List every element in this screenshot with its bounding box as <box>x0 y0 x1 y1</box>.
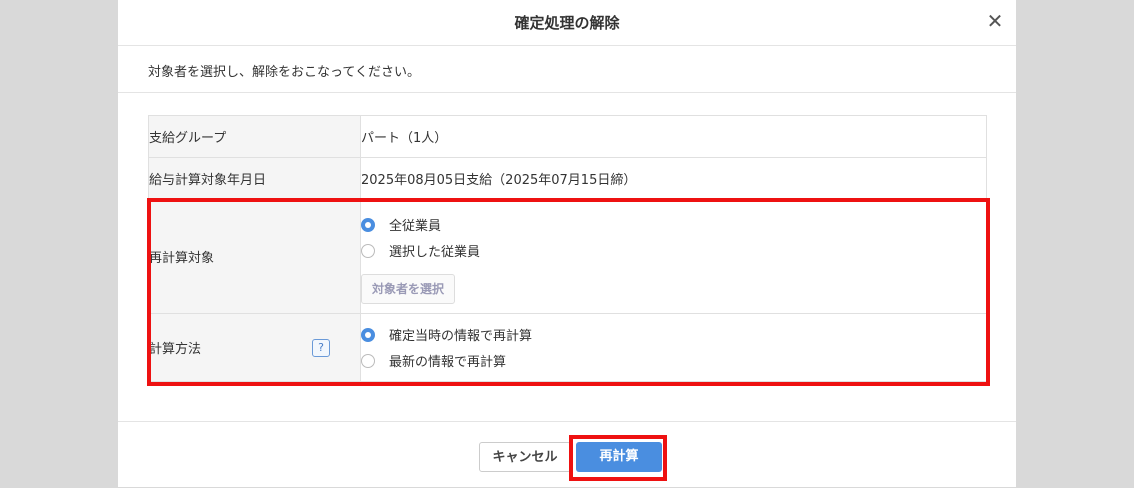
radio-selected-employees[interactable]: 選択した従業員 <box>361 240 986 262</box>
radio-label: 最新の情報で再計算 <box>389 355 507 370</box>
dialog-title: 確定処理の解除 <box>514 14 620 32</box>
radio-label: 全従業員 <box>389 219 442 234</box>
table-row: 計算方法 ? 確定当時の情報で再計算 最新の情報で再計算 <box>148 313 987 382</box>
radio-recalc-confirmed-info[interactable]: 確定当時の情報で再計算 <box>361 324 986 346</box>
close-icon[interactable]: ✕ <box>984 9 1006 33</box>
dialog-footer: キャンセル 再計算 <box>118 421 1016 488</box>
calc-method-label: 計算方法 <box>149 342 202 357</box>
radio-all-employees[interactable]: 全従業員 <box>361 214 986 236</box>
instruction-bar: 対象者を選択し、解除をおこなってください。 <box>118 46 1016 93</box>
radio-checked-icon[interactable] <box>361 217 375 232</box>
calc-method-options: 確定当時の情報で再計算 最新の情報で再計算 <box>360 313 987 382</box>
radio-recalc-latest-info[interactable]: 最新の情報で再計算 <box>361 350 986 372</box>
payment-group-label: 支給グループ <box>148 115 361 158</box>
target-date-value: 2025年08月05日支給（2025年07月15日締） <box>360 157 987 200</box>
target-date-label: 給与計算対象年月日 <box>148 157 361 200</box>
recalc-button[interactable]: 再計算 <box>576 442 662 472</box>
recalc-target-options: 全従業員 選択した従業員 対象者を選択 <box>360 199 987 314</box>
radio-label: 確定当時の情報で再計算 <box>389 329 533 344</box>
settings-table: 支給グループ パート（1人） 給与計算対象年月日 2025年08月05日支給（2… <box>148 115 987 382</box>
radio-unchecked-icon[interactable] <box>361 353 375 368</box>
select-target-button[interactable]: 対象者を選択 <box>361 273 456 304</box>
calc-method-label-cell: 計算方法 ? <box>148 313 361 382</box>
recalc-target-label: 再計算対象 <box>148 199 361 314</box>
payment-group-value: パート（1人） <box>360 115 987 158</box>
radio-checked-icon[interactable] <box>361 327 375 342</box>
instruction-text: 対象者を選択し、解除をおこなってください。 <box>148 65 420 80</box>
table-row: 支給グループ パート（1人） <box>148 115 987 158</box>
radio-unchecked-icon[interactable] <box>361 243 375 258</box>
table-row: 再計算対象 全従業員 選択した従業員 対象者を選択 <box>148 199 987 314</box>
radio-label: 選択した従業員 <box>389 245 481 260</box>
cancel-button[interactable]: キャンセル <box>479 442 571 472</box>
help-icon[interactable]: ? <box>312 338 330 357</box>
dialog-header: 確定処理の解除 ✕ <box>118 0 1016 46</box>
table-row: 給与計算対象年月日 2025年08月05日支給（2025年07月15日締） <box>148 157 987 200</box>
